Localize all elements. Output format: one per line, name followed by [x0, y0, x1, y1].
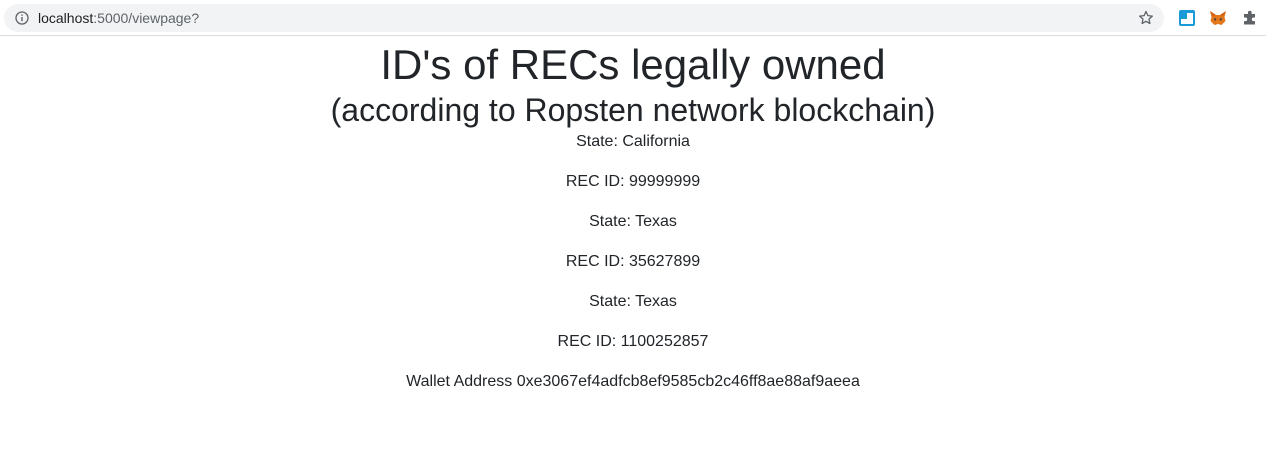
url-path: :5000/viewpage?: [93, 10, 200, 26]
rec-id: REC ID: 35627899: [565, 253, 701, 270]
url-host: localhost: [38, 10, 94, 26]
browser-toolbar: localhost:5000/viewpage?: [0, 0, 1266, 36]
page-content: ID's of RECs legally owned (according to…: [0, 37, 1266, 394]
rec-state: State: Texas: [589, 213, 677, 230]
rec-id: REC ID: 99999999: [565, 173, 701, 190]
metamask-fox-icon[interactable]: [1209, 9, 1227, 27]
address-bar[interactable]: localhost:5000/viewpage?: [4, 4, 1164, 32]
rec-list: State: California REC ID: 99999999 State…: [0, 130, 1266, 370]
url-text[interactable]: localhost:5000/viewpage?: [38, 10, 199, 26]
page-title: ID's of RECs legally owned: [380, 41, 886, 88]
puzzle-extensions-icon[interactable]: [1241, 9, 1259, 27]
info-icon[interactable]: [15, 11, 29, 25]
page-subtitle: (according to Ropsten network blockchain…: [330, 92, 936, 128]
wallet-address: Wallet Address 0xe3067ef4adfcb8ef9585cb2…: [406, 373, 860, 390]
rec-id: REC ID: 1100252857: [557, 333, 709, 350]
star-icon[interactable]: [1138, 10, 1154, 26]
rec-state: State: California: [576, 133, 690, 150]
window-extension-icon[interactable]: [1178, 9, 1196, 27]
rec-state: State: Texas: [589, 293, 677, 310]
